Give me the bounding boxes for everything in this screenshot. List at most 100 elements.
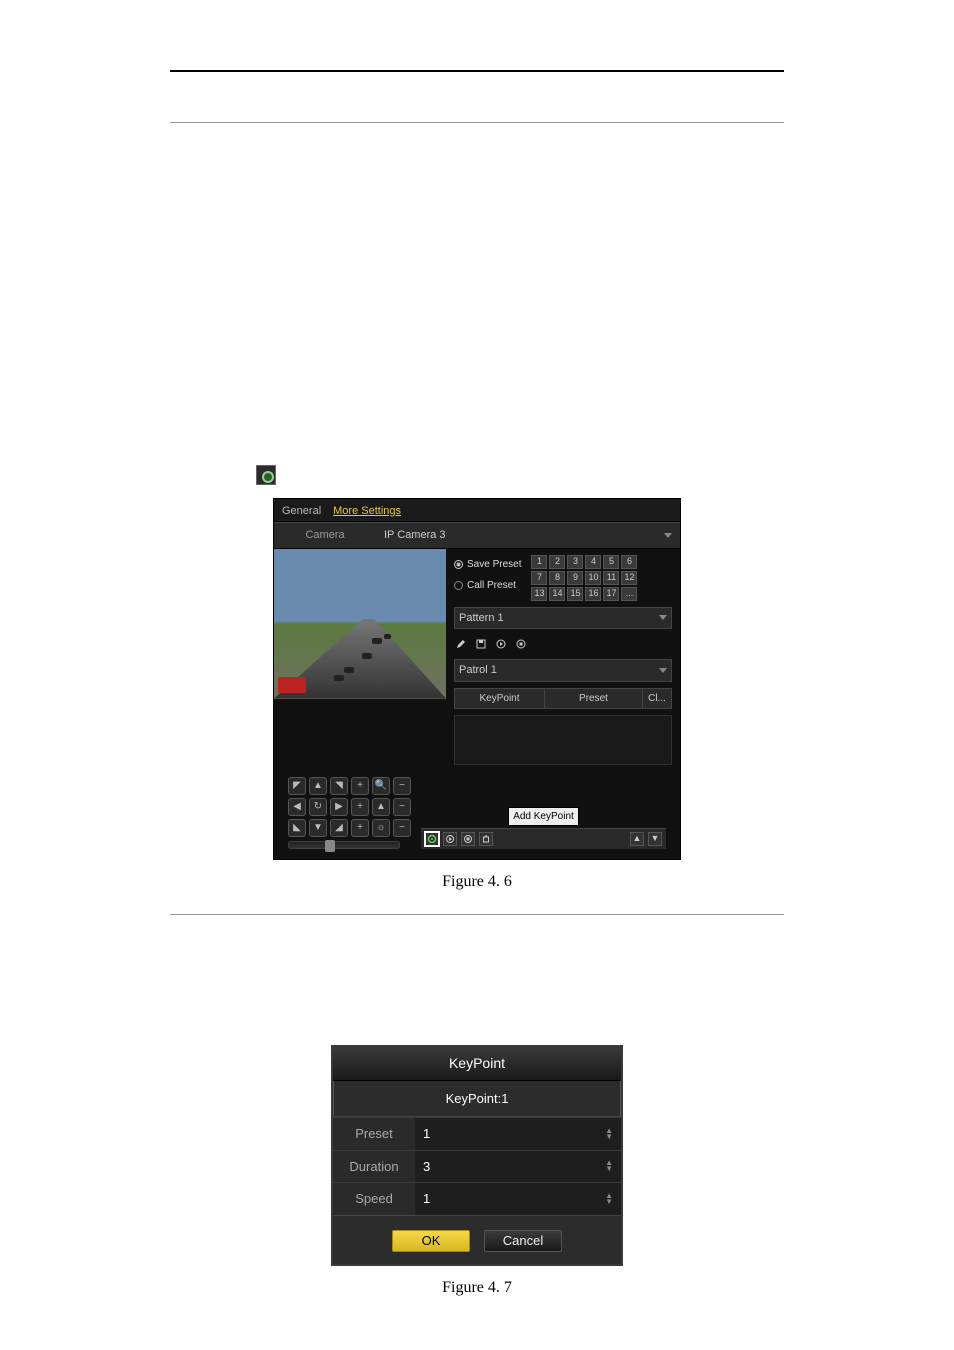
- patrol-select[interactable]: Patrol 1: [454, 659, 672, 682]
- add-keypoint-icon: [256, 465, 276, 485]
- tab-general[interactable]: General: [282, 503, 321, 520]
- dpad-up[interactable]: ▲: [309, 777, 327, 795]
- call-preset-radio[interactable]: Call Preset: [454, 578, 521, 593]
- save-preset-radio[interactable]: Save Preset: [454, 557, 521, 572]
- dpad-auto[interactable]: ↻: [309, 798, 327, 816]
- duration-stepper[interactable]: 3 ▲▼: [415, 1151, 621, 1183]
- figure-caption-47: Figure 4. 7: [60, 1276, 894, 1300]
- section-rule: [170, 122, 784, 123]
- speed-knob[interactable]: [325, 840, 335, 852]
- add-keypoint-button[interactable]: [425, 832, 439, 846]
- delete-button[interactable]: [479, 832, 493, 846]
- dpad-container: ◤ ▲ ◥ + 🔍 − ◀ ↻ ▶ + ▲ − ◣ ▼ ◢: [288, 777, 411, 849]
- preset-grid: 1 2 3 4 5 6 7 8 9 10 11 12 13: [531, 555, 637, 601]
- pattern-select[interactable]: Pattern 1: [454, 607, 672, 630]
- preset-cell[interactable]: 9: [567, 571, 583, 585]
- zoom-out[interactable]: −: [393, 777, 411, 795]
- keypoint-list: [454, 715, 672, 765]
- preset-cell[interactable]: 3: [567, 555, 583, 569]
- cancel-button[interactable]: Cancel: [484, 1230, 562, 1252]
- focus-icon: ▲: [372, 798, 390, 816]
- preset-cell[interactable]: ...: [621, 587, 637, 601]
- preset-cell[interactable]: 16: [585, 587, 601, 601]
- move-down-button[interactable]: ▼: [648, 832, 662, 846]
- save-preset-label: Save Preset: [467, 557, 521, 572]
- chevron-down-icon: [659, 668, 667, 673]
- preset-cell[interactable]: 2: [549, 555, 565, 569]
- preset-cell[interactable]: 5: [603, 555, 619, 569]
- stop-circle-icon[interactable]: [514, 637, 528, 651]
- preset-cell[interactable]: 13: [531, 587, 547, 601]
- chevron-down-icon: [664, 533, 672, 538]
- section-rule-2: [170, 914, 784, 915]
- dpad-down-left[interactable]: ◣: [288, 819, 306, 837]
- iris-icon: ☼: [372, 819, 390, 837]
- preset-cell[interactable]: 7: [531, 571, 547, 585]
- tab-bar: General More Settings: [274, 499, 680, 523]
- dpad-right[interactable]: ▶: [330, 798, 348, 816]
- pattern-toolbar: [454, 635, 672, 653]
- tab-more-settings[interactable]: More Settings: [333, 503, 401, 520]
- stepper-icon[interactable]: ▲▼: [605, 1128, 613, 1140]
- radio-on-icon: [454, 560, 463, 569]
- figure-caption-46: Figure 4. 6: [60, 870, 894, 894]
- preset-value: 1: [423, 1124, 430, 1144]
- speed-value: 1: [423, 1189, 430, 1209]
- preset-cell[interactable]: 6: [621, 555, 637, 569]
- preset-cell[interactable]: 8: [549, 571, 565, 585]
- duration-label: Duration: [333, 1151, 415, 1183]
- preset-cell[interactable]: 14: [549, 587, 565, 601]
- dpad-down-right[interactable]: ◢: [330, 819, 348, 837]
- keypoint-table-header: KeyPoint Preset Cl...: [454, 688, 672, 709]
- stepper-icon[interactable]: ▲▼: [605, 1193, 613, 1205]
- pattern-value: Pattern 1: [459, 610, 504, 627]
- dpad-left[interactable]: ◀: [288, 798, 306, 816]
- duration-value: 3: [423, 1157, 430, 1177]
- iris-close[interactable]: −: [393, 819, 411, 837]
- zoom-in[interactable]: +: [351, 777, 369, 795]
- preset-cell[interactable]: 1: [531, 555, 547, 569]
- focus-in[interactable]: +: [351, 798, 369, 816]
- call-preset-label: Call Preset: [467, 578, 516, 593]
- speed-label: Speed: [333, 1183, 415, 1215]
- iris-open[interactable]: +: [351, 819, 369, 837]
- move-up-button[interactable]: ▲: [630, 832, 644, 846]
- page-top-rule: [170, 70, 784, 72]
- camera-select[interactable]: IP Camera 3: [376, 523, 680, 548]
- col-preset: Preset: [545, 689, 643, 708]
- ok-button[interactable]: OK: [392, 1230, 470, 1252]
- preset-cell[interactable]: 10: [585, 571, 601, 585]
- play-circle-icon[interactable]: [494, 637, 508, 651]
- speed-stepper[interactable]: 1 ▲▼: [415, 1183, 621, 1215]
- preset-cell[interactable]: 11: [603, 571, 619, 585]
- dialog-title: KeyPoint: [333, 1047, 621, 1081]
- patrol-value: Patrol 1: [459, 662, 497, 679]
- add-keypoint-tooltip: Add KeyPoint: [508, 807, 579, 826]
- dpad-up-right[interactable]: ◥: [330, 777, 348, 795]
- col-clear: Cl...: [643, 689, 671, 708]
- preset-cell[interactable]: 4: [585, 555, 601, 569]
- pencil-icon[interactable]: [454, 637, 468, 651]
- radio-off-icon: [454, 581, 463, 590]
- chevron-down-icon: [659, 615, 667, 620]
- stepper-icon[interactable]: ▲▼: [605, 1160, 613, 1172]
- preset-stepper[interactable]: 1 ▲▼: [415, 1118, 621, 1150]
- preset-label: Preset: [333, 1118, 415, 1150]
- dpad-up-left[interactable]: ◤: [288, 777, 306, 795]
- preset-cell[interactable]: 12: [621, 571, 637, 585]
- stop-patrol-button[interactable]: [461, 832, 475, 846]
- col-keypoint: KeyPoint: [455, 689, 545, 708]
- save-icon[interactable]: [474, 637, 488, 651]
- zoom-icon: 🔍: [372, 777, 390, 795]
- focus-out[interactable]: −: [393, 798, 411, 816]
- preset-cell[interactable]: 17: [603, 587, 619, 601]
- camera-value: IP Camera 3: [384, 527, 446, 544]
- patrol-toolbar: ▲ ▼: [421, 828, 666, 849]
- dpad-down[interactable]: ▼: [309, 819, 327, 837]
- preset-cell[interactable]: 15: [567, 587, 583, 601]
- speed-slider[interactable]: [288, 841, 400, 849]
- dialog-subtitle: KeyPoint:1: [333, 1081, 621, 1118]
- keypoint-dialog: KeyPoint KeyPoint:1 Preset 1 ▲▼ Duration…: [331, 1045, 623, 1266]
- play-patrol-button[interactable]: [443, 832, 457, 846]
- camera-label: Camera: [274, 523, 376, 548]
